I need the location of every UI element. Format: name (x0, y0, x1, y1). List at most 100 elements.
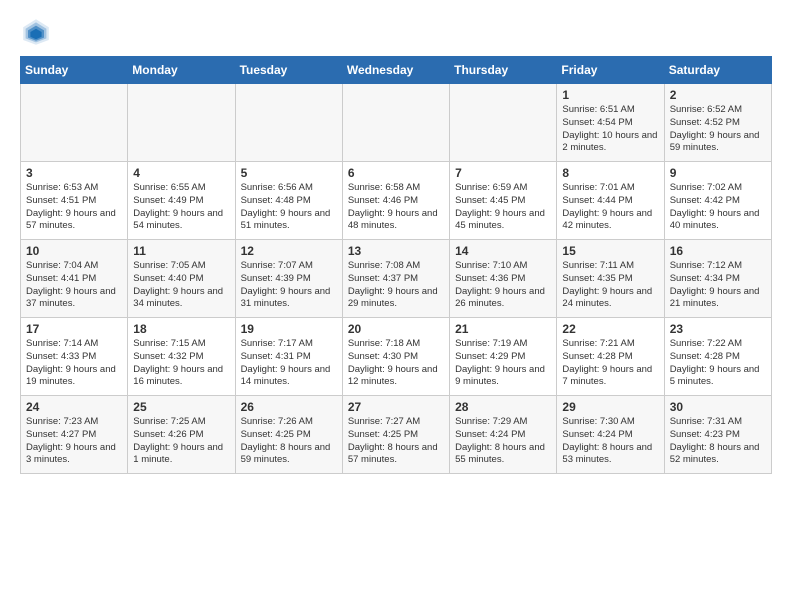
day-number: 24 (26, 400, 122, 414)
day-number: 8 (562, 166, 658, 180)
day-number: 7 (455, 166, 551, 180)
calendar-day-cell: 30 Sunrise: 7:31 AM Sunset: 4:23 PM Dayli… (664, 396, 771, 474)
page: SundayMondayTuesdayWednesdayThursdayFrid… (0, 0, 792, 612)
calendar-day-cell (21, 84, 128, 162)
calendar-day-cell: 13 Sunrise: 7:08 AM Sunset: 4:37 PM Dayli… (342, 240, 449, 318)
weekday-header-tuesday: Tuesday (235, 57, 342, 84)
day-info: Sunrise: 6:55 AM Sunset: 4:49 PM Dayligh… (133, 182, 229, 233)
day-number: 15 (562, 244, 658, 258)
day-info: Sunrise: 6:59 AM Sunset: 4:45 PM Dayligh… (455, 182, 551, 233)
day-number: 26 (241, 400, 337, 414)
weekday-header-saturday: Saturday (664, 57, 771, 84)
calendar-day-cell: 25 Sunrise: 7:25 AM Sunset: 4:26 PM Dayli… (128, 396, 235, 474)
day-info: Sunrise: 7:12 AM Sunset: 4:34 PM Dayligh… (670, 260, 766, 311)
calendar-week-row: 10Sunrise: 7:04 AM Sunset: 4:41 PM Dayli… (21, 240, 772, 318)
day-info: Sunrise: 7:17 AM Sunset: 4:31 PM Dayligh… (241, 338, 337, 389)
day-number: 21 (455, 322, 551, 336)
day-number: 18 (133, 322, 229, 336)
calendar-week-row: 17Sunrise: 7:14 AM Sunset: 4:33 PM Dayli… (21, 318, 772, 396)
day-info: Sunrise: 7:26 AM Sunset: 4:25 PM Dayligh… (241, 416, 337, 467)
calendar-day-cell: 6 Sunrise: 6:58 AM Sunset: 4:46 PM Daylig… (342, 162, 449, 240)
day-number: 27 (348, 400, 444, 414)
day-number: 17 (26, 322, 122, 336)
day-number: 14 (455, 244, 551, 258)
day-number: 23 (670, 322, 766, 336)
day-info: Sunrise: 7:18 AM Sunset: 4:30 PM Dayligh… (348, 338, 444, 389)
day-number: 9 (670, 166, 766, 180)
calendar-day-cell: 17Sunrise: 7:14 AM Sunset: 4:33 PM Dayli… (21, 318, 128, 396)
calendar-day-cell (450, 84, 557, 162)
weekday-header-row: SundayMondayTuesdayWednesdayThursdayFrid… (21, 57, 772, 84)
calendar-day-cell: 18 Sunrise: 7:15 AM Sunset: 4:32 PM Dayli… (128, 318, 235, 396)
day-number: 5 (241, 166, 337, 180)
weekday-header-friday: Friday (557, 57, 664, 84)
day-number: 28 (455, 400, 551, 414)
calendar-day-cell: 15 Sunrise: 7:11 AM Sunset: 4:35 PM Dayli… (557, 240, 664, 318)
day-number: 4 (133, 166, 229, 180)
logo-icon (20, 16, 52, 48)
calendar-day-cell: 11 Sunrise: 7:05 AM Sunset: 4:40 PM Dayli… (128, 240, 235, 318)
day-info: Sunrise: 7:01 AM Sunset: 4:44 PM Dayligh… (562, 182, 658, 233)
calendar-day-cell: 24 Sunrise: 7:23 AM Sunset: 4:27 PM Dayli… (21, 396, 128, 474)
day-info: Sunrise: 7:19 AM Sunset: 4:29 PM Dayligh… (455, 338, 551, 389)
weekday-header-thursday: Thursday (450, 57, 557, 84)
day-info: Sunrise: 6:52 AM Sunset: 4:52 PM Dayligh… (670, 104, 766, 155)
day-info: Sunrise: 6:53 AM Sunset: 4:51 PM Dayligh… (26, 182, 122, 233)
day-info: Sunrise: 7:08 AM Sunset: 4:37 PM Dayligh… (348, 260, 444, 311)
day-info: Sunrise: 7:11 AM Sunset: 4:35 PM Dayligh… (562, 260, 658, 311)
calendar-day-cell (128, 84, 235, 162)
calendar-day-cell: 12 Sunrise: 7:07 AM Sunset: 4:39 PM Dayli… (235, 240, 342, 318)
calendar-day-cell (235, 84, 342, 162)
day-info: Sunrise: 7:15 AM Sunset: 4:32 PM Dayligh… (133, 338, 229, 389)
day-number: 29 (562, 400, 658, 414)
day-info: Sunrise: 7:27 AM Sunset: 4:25 PM Dayligh… (348, 416, 444, 467)
calendar-table: SundayMondayTuesdayWednesdayThursdayFrid… (20, 56, 772, 474)
calendar-day-cell: 9 Sunrise: 7:02 AM Sunset: 4:42 PM Daylig… (664, 162, 771, 240)
calendar-day-cell: 20 Sunrise: 7:18 AM Sunset: 4:30 PM Dayli… (342, 318, 449, 396)
day-info: Sunrise: 7:21 AM Sunset: 4:28 PM Dayligh… (562, 338, 658, 389)
calendar-day-cell: 10Sunrise: 7:04 AM Sunset: 4:41 PM Dayli… (21, 240, 128, 318)
calendar-day-cell: 8 Sunrise: 7:01 AM Sunset: 4:44 PM Daylig… (557, 162, 664, 240)
day-number: 13 (348, 244, 444, 258)
day-number: 6 (348, 166, 444, 180)
calendar-day-cell: 3 Sunrise: 6:53 AM Sunset: 4:51 PM Daylig… (21, 162, 128, 240)
calendar-week-row: 1Sunrise: 6:51 AM Sunset: 4:54 PM Daylig… (21, 84, 772, 162)
day-info: Sunrise: 7:25 AM Sunset: 4:26 PM Dayligh… (133, 416, 229, 467)
calendar-day-cell: 29 Sunrise: 7:30 AM Sunset: 4:24 PM Dayli… (557, 396, 664, 474)
day-number: 20 (348, 322, 444, 336)
day-info: Sunrise: 6:58 AM Sunset: 4:46 PM Dayligh… (348, 182, 444, 233)
day-number: 12 (241, 244, 337, 258)
weekday-header-monday: Monday (128, 57, 235, 84)
calendar-day-cell: 1Sunrise: 6:51 AM Sunset: 4:54 PM Daylig… (557, 84, 664, 162)
calendar-day-cell: 19Sunrise: 7:17 AM Sunset: 4:31 PM Dayli… (235, 318, 342, 396)
day-number: 3 (26, 166, 122, 180)
calendar-day-cell: 7 Sunrise: 6:59 AM Sunset: 4:45 PM Daylig… (450, 162, 557, 240)
day-number: 25 (133, 400, 229, 414)
day-number: 30 (670, 400, 766, 414)
weekday-header-sunday: Sunday (21, 57, 128, 84)
day-number: 16 (670, 244, 766, 258)
day-info: Sunrise: 6:56 AM Sunset: 4:48 PM Dayligh… (241, 182, 337, 233)
calendar-day-cell: 21 Sunrise: 7:19 AM Sunset: 4:29 PM Dayli… (450, 318, 557, 396)
day-info: Sunrise: 7:02 AM Sunset: 4:42 PM Dayligh… (670, 182, 766, 233)
calendar-day-cell: 14 Sunrise: 7:10 AM Sunset: 4:36 PM Dayli… (450, 240, 557, 318)
day-info: Sunrise: 7:22 AM Sunset: 4:28 PM Dayligh… (670, 338, 766, 389)
calendar-day-cell: 28 Sunrise: 7:29 AM Sunset: 4:24 PM Dayli… (450, 396, 557, 474)
calendar-week-row: 3 Sunrise: 6:53 AM Sunset: 4:51 PM Daylig… (21, 162, 772, 240)
calendar-day-cell: 16 Sunrise: 7:12 AM Sunset: 4:34 PM Dayli… (664, 240, 771, 318)
calendar-day-cell: 5 Sunrise: 6:56 AM Sunset: 4:48 PM Daylig… (235, 162, 342, 240)
day-number: 11 (133, 244, 229, 258)
day-info: Sunrise: 6:51 AM Sunset: 4:54 PM Dayligh… (562, 104, 658, 155)
day-info: Sunrise: 7:29 AM Sunset: 4:24 PM Dayligh… (455, 416, 551, 467)
day-info: Sunrise: 7:30 AM Sunset: 4:24 PM Dayligh… (562, 416, 658, 467)
weekday-header-wednesday: Wednesday (342, 57, 449, 84)
header (20, 16, 772, 48)
logo (20, 16, 56, 48)
day-info: Sunrise: 7:05 AM Sunset: 4:40 PM Dayligh… (133, 260, 229, 311)
day-info: Sunrise: 7:31 AM Sunset: 4:23 PM Dayligh… (670, 416, 766, 467)
day-info: Sunrise: 7:23 AM Sunset: 4:27 PM Dayligh… (26, 416, 122, 467)
day-info: Sunrise: 7:07 AM Sunset: 4:39 PM Dayligh… (241, 260, 337, 311)
day-info: Sunrise: 7:10 AM Sunset: 4:36 PM Dayligh… (455, 260, 551, 311)
day-number: 10 (26, 244, 122, 258)
calendar-day-cell: 27 Sunrise: 7:27 AM Sunset: 4:25 PM Dayli… (342, 396, 449, 474)
